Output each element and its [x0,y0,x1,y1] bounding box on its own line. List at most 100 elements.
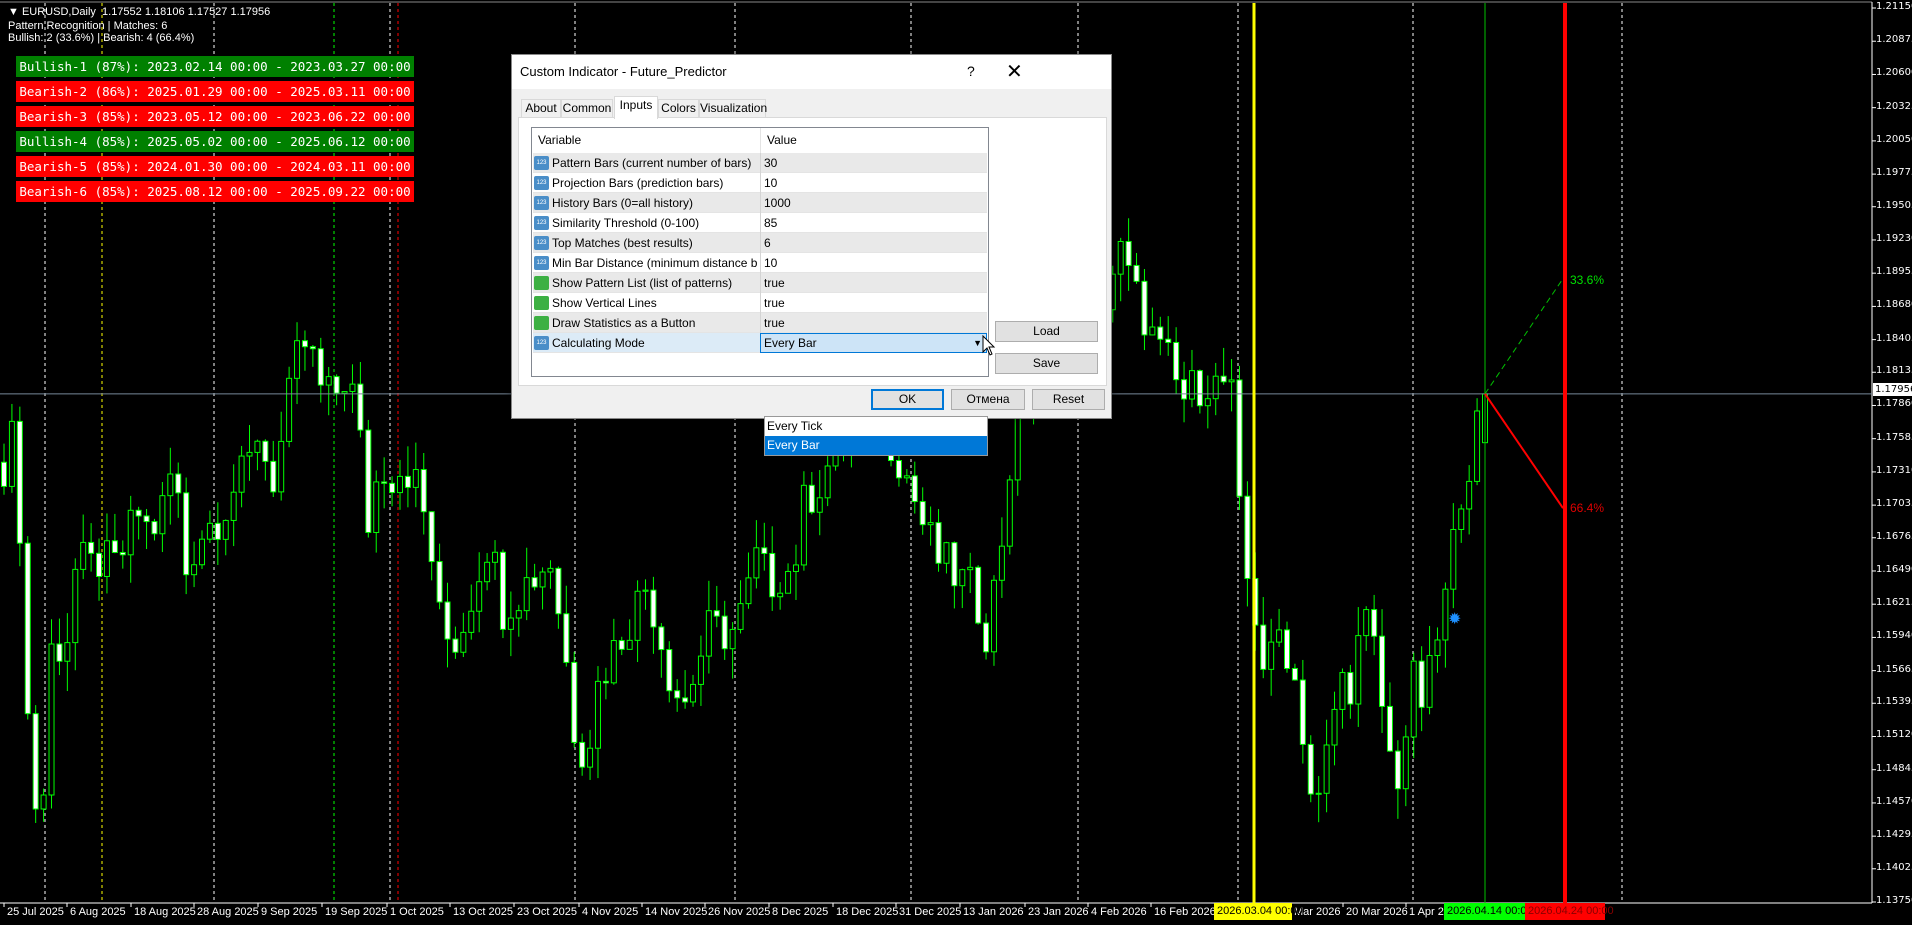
candle-body [206,522,213,540]
input-value-field[interactable]: 6 [760,233,987,253]
collapse-triangle-icon[interactable]: ▼ [8,6,22,18]
chevron-down-icon[interactable]: ▼ [973,334,982,352]
price-tick-label: 1.15395 [1876,696,1912,708]
ok-button[interactable]: OK [871,389,944,410]
price-tick-label: 1.13750 [1876,895,1912,906]
candle-body [895,460,902,479]
input-value-field[interactable]: 10 [760,253,987,273]
column-header-variable[interactable]: Variable [532,128,760,153]
candle-body [571,661,578,743]
cancel-button[interactable]: Отмена [951,389,1025,410]
tab-inputs[interactable]: Inputs [614,96,658,119]
candle-body [523,577,530,612]
candle-body [594,680,601,749]
candle-body [1323,744,1330,794]
price-tick-label: 1.19775 [1876,167,1912,179]
candle-body [785,570,792,594]
number-icon: 123 [534,236,549,250]
candle-body [911,475,918,503]
bearish-projection-label: 66.4% [1570,501,1605,515]
input-value-field[interactable]: true [760,293,987,313]
candle-body [935,522,942,564]
input-row[interactable]: 123 Top Matches (best results) 6 [533,233,987,253]
price-tick-label: 1.20600 [1876,67,1912,79]
date-tick-label: 16 Feb 2026 [1154,906,1216,918]
candle-body [222,519,229,540]
candle-body [1402,736,1409,790]
pattern-item-bearish[interactable]: Bearish-3 (85%): 2023.05.12 00:00 - 2023… [16,106,414,127]
candle-body [1228,379,1235,383]
input-row[interactable]: 123 Calculating Mode Every Bar ▼ [533,333,987,353]
candle-body [705,610,712,657]
input-variable-name: Show Vertical Lines [552,296,657,310]
tab-common[interactable]: Common [561,99,613,118]
input-value-field[interactable]: 85 [760,213,987,233]
input-value-field[interactable]: 10 [760,173,987,193]
candle-body [468,610,475,633]
candle-body [579,741,586,768]
input-row[interactable]: 123 Pattern Bars (current number of bars)… [533,153,987,173]
candle-body [396,475,403,494]
input-row[interactable]: 123 History Bars (0=all history) 1000 [533,193,987,213]
pattern-item-bearish[interactable]: Bearish-5 (85%): 2024.01.30 00:00 - 2024… [16,156,414,177]
candle-body [349,383,356,393]
reset-button[interactable]: Reset [1032,389,1105,410]
input-row[interactable]: 123 Projection Bars (prediction bars) 10 [533,173,987,193]
candle-body [1394,750,1401,790]
candle-body [8,420,15,487]
candle-body [1426,655,1433,708]
input-row[interactable]: Show Pattern List (list of patterns) true [533,273,987,293]
candle-body [587,747,594,768]
candle-body [1212,375,1219,400]
pattern-item-bullish[interactable]: Bullish-4 (85%): 2025.05.02 00:00 - 2025… [16,131,414,152]
date-tick-label: 9 Sep 2025 [261,906,318,918]
candle-body [1291,667,1298,681]
date-tick-label: 28 Aug 2025 [197,906,259,918]
calculating-mode-select[interactable]: Every Bar ▼ [760,333,987,353]
date-tick-label: 6 Aug 2025 [70,906,126,918]
tab-about[interactable]: About [521,99,561,118]
tab-colors[interactable]: Colors [658,99,699,118]
pattern-item-bullish[interactable]: Bullish-1 (87%): 2023.02.14 00:00 - 2023… [16,56,414,77]
marker-date-label: 2026.03.04 00:00 [1214,903,1303,920]
boolean-icon [534,276,549,290]
dialog-title-bar[interactable]: Custom Indicator - Future_Predictor ? ✕ [512,55,1111,89]
save-button[interactable]: Save [995,353,1098,374]
load-button[interactable]: Load [995,321,1098,342]
candle-body [16,420,23,544]
candle-body [270,460,277,493]
input-row[interactable]: 123 Similarity Threshold (0-100) 85 [533,213,987,233]
input-row[interactable]: Draw Statistics as a Button true [533,313,987,333]
price-tick-label: 1.19505 [1876,199,1912,211]
input-value-field[interactable]: 30 [760,153,987,173]
date-tick-label: 13 Jan 2026 [963,906,1024,918]
price-tick-label: 1.14025 [1876,861,1912,873]
dropdown-option-every-tick[interactable]: Every Tick [765,417,987,436]
candle-body [1244,495,1251,579]
date-tick-label: 8 Dec 2025 [772,906,829,918]
help-button[interactable]: ? [967,63,975,79]
candle-body [1165,338,1172,343]
candle-body [650,589,657,628]
candle-body [428,511,435,563]
pattern-item-bearish[interactable]: Bearish-2 (86%): 2025.01.29 00:00 - 2025… [16,81,414,102]
dropdown-option-every-bar[interactable]: Every Bar [765,436,987,455]
input-value-field[interactable]: true [760,273,987,293]
candle-body [602,680,609,684]
candle-body [1284,629,1291,669]
tab-visualization[interactable]: Visualization [699,99,767,118]
candle-body [278,440,285,493]
input-variable-name: Calculating Mode [552,336,645,350]
candle-body [127,509,134,556]
pattern-item-bearish[interactable]: Bearish-6 (85%): 2025.08.12 00:00 - 2025… [16,181,414,202]
input-value-field[interactable]: true [760,313,987,333]
candle-body [507,617,514,630]
close-icon[interactable]: ✕ [1006,59,1023,84]
candle-body [674,690,681,699]
candle-body [499,551,506,630]
input-row[interactable]: Show Vertical Lines true [533,293,987,313]
input-variable-name: Show Pattern List (list of patterns) [552,276,733,290]
input-row[interactable]: 123 Min Bar Distance (minimum distance be… [533,253,987,273]
input-value-field[interactable]: 1000 [760,193,987,213]
column-header-value[interactable]: Value [760,128,988,153]
